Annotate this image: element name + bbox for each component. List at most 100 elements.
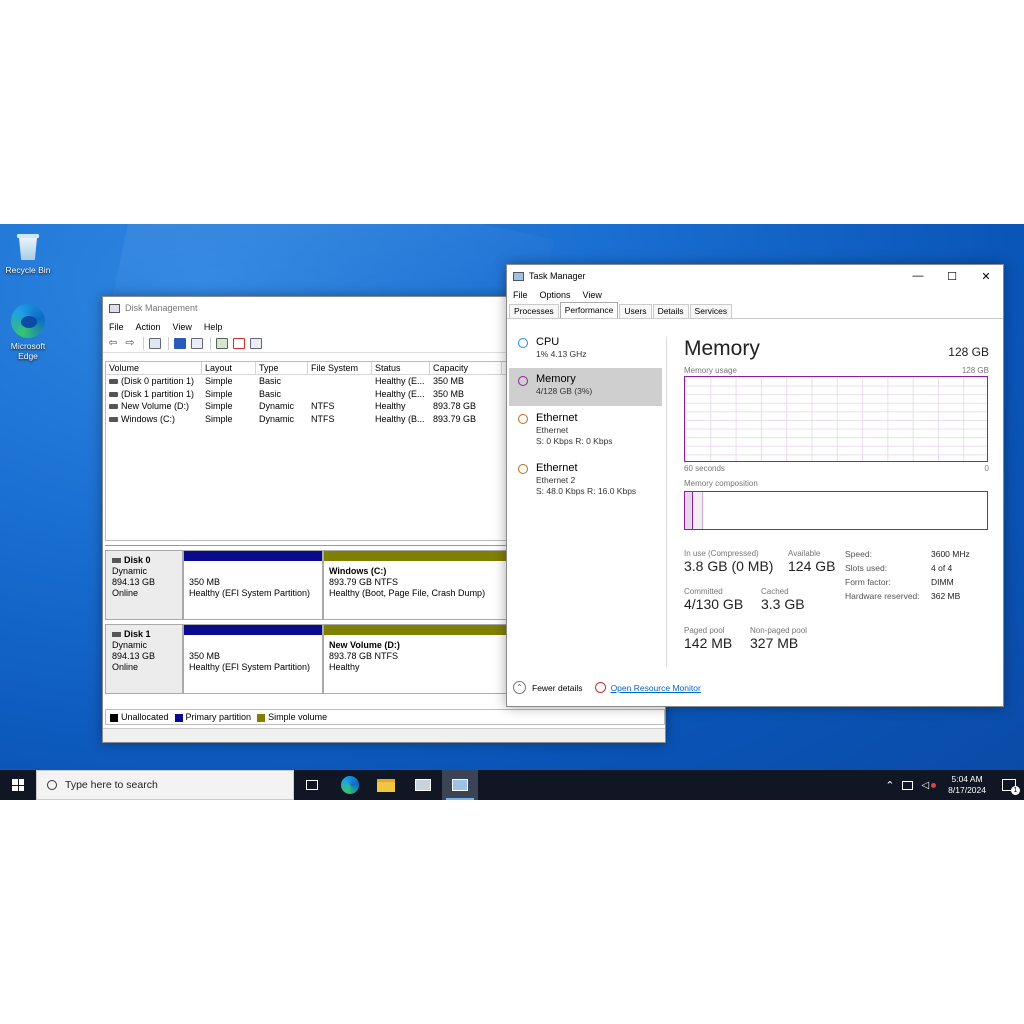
unallocated-swatch — [110, 713, 118, 722]
disk-icon — [112, 558, 121, 564]
notification-center-icon[interactable]: 1 — [1002, 779, 1020, 795]
resource-monitor-icon — [594, 682, 606, 693]
forward-arrow-icon[interactable]: ⇨ — [124, 338, 136, 349]
col-volume[interactable]: Volume — [106, 362, 202, 374]
task-view-button[interactable] — [294, 770, 330, 800]
sidebar-item-memory[interactable]: Memory 4/128 GB (3%) — [509, 368, 662, 406]
partition-efi[interactable]: 350 MB Healthy (EFI System Partition) — [183, 624, 323, 694]
spec-value: 362 MB — [931, 591, 961, 601]
menu-file[interactable]: File — [109, 322, 124, 332]
primary-partition-bar — [184, 625, 322, 635]
status-bar — [103, 728, 665, 742]
connect-icon[interactable] — [216, 338, 228, 349]
tab-users[interactable]: Users — [619, 304, 652, 318]
task-manager-app-icon — [513, 271, 524, 281]
toolbar-separator — [143, 337, 144, 350]
search-icon — [47, 780, 57, 790]
file-explorer-button[interactable] — [368, 770, 404, 800]
col-type[interactable]: Type — [256, 362, 308, 374]
edge-taskbar-button[interactable] — [332, 770, 368, 800]
console-tree-icon[interactable] — [149, 338, 161, 349]
task-manager-icon — [452, 779, 468, 791]
task-manager-window: Task Manager — ☐ ✕ File Options View Pro… — [506, 264, 1004, 707]
col-status[interactable]: Status — [372, 362, 430, 374]
maximize-icon[interactable]: ☐ — [935, 270, 969, 283]
drive-icon — [109, 404, 118, 410]
drive-icon — [109, 379, 118, 385]
composition-label: Memory composition — [684, 479, 758, 488]
drive-icon — [109, 391, 118, 397]
simple-volume-swatch — [257, 713, 266, 722]
primary-partition-swatch — [174, 713, 183, 722]
ethernet-circle-icon — [518, 464, 528, 474]
col-capacity[interactable]: Capacity — [430, 362, 502, 374]
chevron-up-icon[interactable]: ⌃ — [885, 779, 894, 792]
primary-partition-bar — [184, 551, 322, 561]
checklist-icon[interactable] — [233, 338, 245, 349]
panel-divider — [666, 337, 667, 667]
menu-help[interactable]: Help — [204, 322, 223, 332]
back-arrow-icon[interactable]: ⇦ — [107, 338, 119, 349]
minimize-icon[interactable]: — — [901, 270, 935, 283]
start-button[interactable] — [0, 770, 36, 800]
toolbar-separator — [168, 337, 169, 350]
titlebar[interactable]: Task Manager — ☐ ✕ — [507, 265, 1003, 287]
close-icon[interactable]: ✕ — [969, 270, 1003, 283]
clock[interactable]: 5:04 AM 8/17/2024 — [948, 774, 986, 796]
menu-view[interactable]: View — [583, 290, 602, 300]
col-layout[interactable]: Layout — [202, 362, 256, 374]
menu-options[interactable]: Options — [540, 290, 571, 300]
disk-label[interactable]: Disk 0 Dynamic 894.13 GB Online — [105, 550, 183, 620]
tab-services[interactable]: Services — [689, 304, 733, 318]
partition-efi[interactable]: 350 MB Healthy (EFI System Partition) — [183, 550, 323, 620]
menu-file[interactable]: File — [513, 290, 528, 300]
properties-icon[interactable] — [191, 338, 203, 349]
volume-icon[interactable]: ◁ — [921, 780, 929, 791]
system-tray: ⌃ ◁ 5:04 AM 8/17/2024 1 — [885, 770, 1024, 800]
memory-panel: Memory 128 GB Memory usage 128 GB 60 sec… — [684, 329, 989, 669]
desktop-icon-recycle-bin[interactable]: Recycle Bin — [0, 232, 56, 275]
graph-zero: 0 — [984, 464, 989, 473]
disk-management-taskbar-button[interactable] — [405, 770, 441, 800]
search-box[interactable]: Type here to search — [36, 770, 294, 800]
stat-committed: Committed 4/130 GB — [684, 587, 744, 612]
memory-usage-graph — [684, 376, 988, 462]
sidebar-item-ethernet-2[interactable]: Ethernet Ethernet 2 S: 48.0 Kbps R: 16.0… — [509, 459, 662, 505]
windows-logo-icon — [12, 779, 24, 791]
network-icon[interactable] — [902, 780, 914, 790]
edge-icon — [341, 776, 359, 794]
sidebar-item-cpu[interactable]: CPU 1% 4.13 GHz — [509, 333, 662, 369]
clock-date: 8/17/2024 — [948, 785, 986, 795]
notification-count: 1 — [1011, 786, 1020, 795]
fewer-details-link[interactable]: Fewer details — [532, 683, 583, 693]
tab-details[interactable]: Details — [652, 304, 689, 318]
task-manager-taskbar-button[interactable] — [442, 770, 478, 800]
refresh-view-icon[interactable] — [250, 338, 262, 349]
memory-circle-icon — [518, 376, 528, 386]
help-icon[interactable] — [174, 338, 186, 349]
stat-available: Available 124 GB — [788, 549, 836, 574]
spec-value: 3600 MHz — [931, 549, 970, 559]
desktop-icon-edge[interactable]: Microsoft Edge — [0, 304, 56, 361]
memory-total: 128 GB — [948, 345, 989, 359]
open-resource-monitor-link[interactable]: Open Resource Monitor — [611, 683, 701, 693]
chevron-up-icon[interactable]: ⌃ — [513, 681, 526, 694]
usage-label: Memory usage — [684, 366, 737, 375]
modified-segment — [693, 492, 703, 529]
panel-title: Memory — [684, 337, 760, 360]
spec-label: Form factor: — [845, 577, 891, 587]
menu-view[interactable]: View — [173, 322, 192, 332]
desktop: Recycle Bin Microsoft Edge Disk Manageme… — [0, 224, 1024, 800]
sidebar-item-ethernet[interactable]: Ethernet Ethernet S: 0 Kbps R: 0 Kbps — [509, 409, 662, 455]
taskbar: Type here to search ⌃ ◁ 5:04 AM 8/17/202… — [0, 770, 1024, 800]
usage-max: 128 GB — [961, 366, 989, 375]
desktop-icon-label: Recycle Bin — [5, 265, 51, 275]
tab-performance[interactable]: Performance — [559, 302, 619, 318]
spec-value: 4 of 4 — [931, 563, 953, 573]
tab-strip: Processes Performance Users Details Serv… — [507, 302, 1003, 319]
col-file-system[interactable]: File System — [308, 362, 372, 374]
menu-action[interactable]: Action — [136, 322, 161, 332]
tab-processes[interactable]: Processes — [509, 304, 559, 318]
legend: Unallocated Primary partition Simple vol… — [105, 709, 665, 725]
disk-label[interactable]: Disk 1 Dynamic 894.13 GB Online — [105, 624, 183, 694]
